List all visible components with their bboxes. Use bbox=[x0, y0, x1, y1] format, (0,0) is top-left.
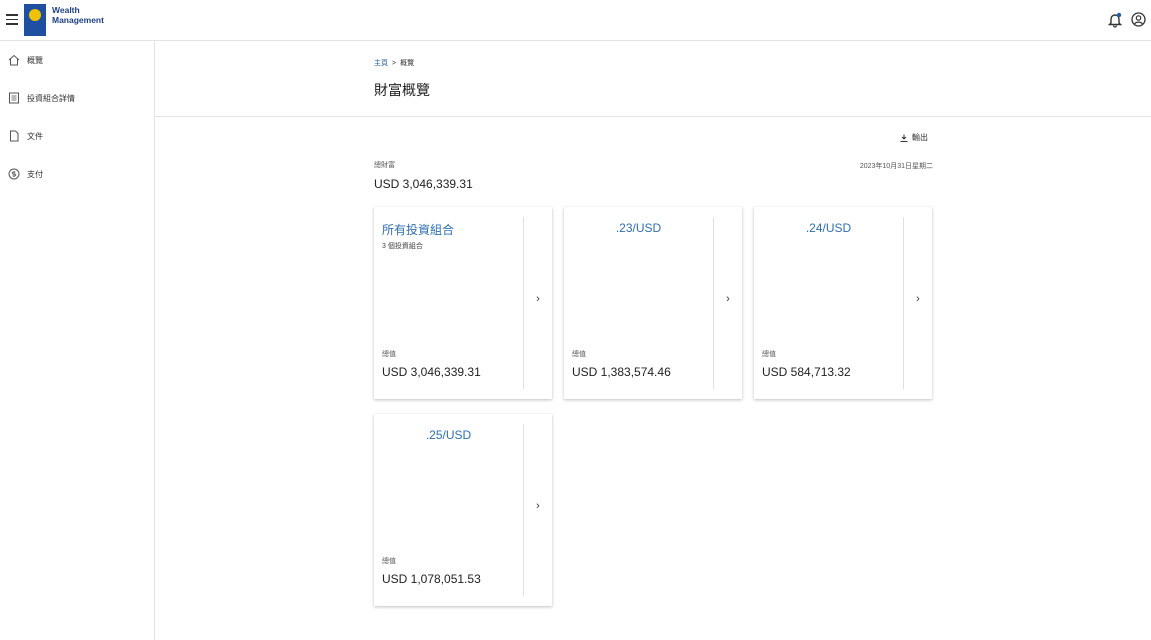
sidebar-item-label: 支付 bbox=[27, 170, 43, 179]
breadcrumb-separator: > bbox=[392, 60, 397, 67]
portfolio-card-25[interactable]: .25/USD 總值 USD 1,078,051.53 › bbox=[374, 414, 552, 606]
download-icon bbox=[900, 134, 908, 142]
page-header: 主頁 > 概覽 財富概覽 bbox=[155, 41, 1151, 117]
top-bar: Wealth Management bbox=[0, 0, 1151, 41]
chevron-right-icon[interactable]: › bbox=[714, 293, 742, 305]
brand-name: Wealth Management bbox=[52, 5, 104, 25]
portfolio-card-23[interactable]: .23/USD 總值 USD 1,383,574.46 › bbox=[564, 207, 742, 399]
total-wealth-label: 總財富 bbox=[374, 162, 395, 169]
sidebar-item-label: 文件 bbox=[27, 132, 43, 141]
home-icon bbox=[8, 54, 20, 66]
sidebar-item-label: 概覽 bbox=[27, 56, 43, 65]
breadcrumb-home-link[interactable]: 主頁 bbox=[374, 60, 388, 67]
total-wealth-value: USD 3,046,339.31 bbox=[374, 177, 473, 191]
card-value: USD 3,046,339.31 bbox=[382, 365, 481, 379]
chevron-right-icon[interactable]: › bbox=[524, 500, 552, 512]
chevron-right-icon[interactable]: › bbox=[904, 293, 932, 305]
breadcrumb-current: 概覽 bbox=[400, 60, 415, 67]
account-icon[interactable] bbox=[1131, 12, 1146, 27]
card-title: .24/USD bbox=[805, 221, 852, 235]
export-label: 輸出 bbox=[912, 133, 928, 142]
portfolio-icon bbox=[9, 92, 19, 104]
card-value: USD 1,078,051.53 bbox=[382, 572, 481, 586]
breadcrumb: 主頁 > 概覽 bbox=[374, 58, 414, 68]
sidebar: 概覽 投資組合詳情 文件 支付 bbox=[0, 41, 155, 640]
card-title: .25/USD bbox=[425, 428, 472, 442]
as-of-date: 2023年10月31日星期二 bbox=[859, 163, 933, 170]
sidebar-item-overview[interactable]: 概覽 bbox=[0, 50, 154, 72]
sidebar-item-label: 投資組合詳情 bbox=[27, 94, 75, 103]
sidebar-item-documents[interactable]: 文件 bbox=[0, 126, 154, 148]
card-value-label: 總值 bbox=[382, 351, 396, 358]
payment-icon bbox=[8, 168, 20, 180]
sidebar-item-payments[interactable]: 支付 bbox=[0, 164, 154, 186]
sidebar-item-portfolio-details[interactable]: 投資組合詳情 bbox=[0, 88, 154, 110]
card-title: 所有投資組合 bbox=[382, 223, 455, 237]
document-icon bbox=[10, 130, 19, 142]
card-value: USD 1,383,574.46 bbox=[572, 365, 671, 379]
portfolio-card-all[interactable]: 所有投資組合 3 個投資組合 總值 USD 3,046,339.31 › bbox=[374, 207, 552, 399]
chevron-right-icon[interactable]: › bbox=[524, 293, 552, 305]
card-value-label: 總值 bbox=[572, 351, 586, 358]
portfolio-card-24[interactable]: .24/USD 總值 USD 584,713.32 › bbox=[754, 207, 932, 399]
menu-icon[interactable] bbox=[6, 14, 18, 25]
card-value-label: 總值 bbox=[382, 558, 396, 565]
bell-icon[interactable] bbox=[1108, 12, 1122, 28]
page-title: 財富概覽 bbox=[374, 82, 430, 98]
export-button[interactable]: 輸出 bbox=[900, 132, 928, 143]
rbc-logo[interactable] bbox=[24, 4, 46, 36]
card-subtitle: 3 個投資組合 bbox=[382, 243, 423, 250]
card-value-label: 總值 bbox=[762, 351, 776, 358]
card-value: USD 584,713.32 bbox=[762, 365, 851, 379]
card-title: .23/USD bbox=[615, 221, 662, 235]
